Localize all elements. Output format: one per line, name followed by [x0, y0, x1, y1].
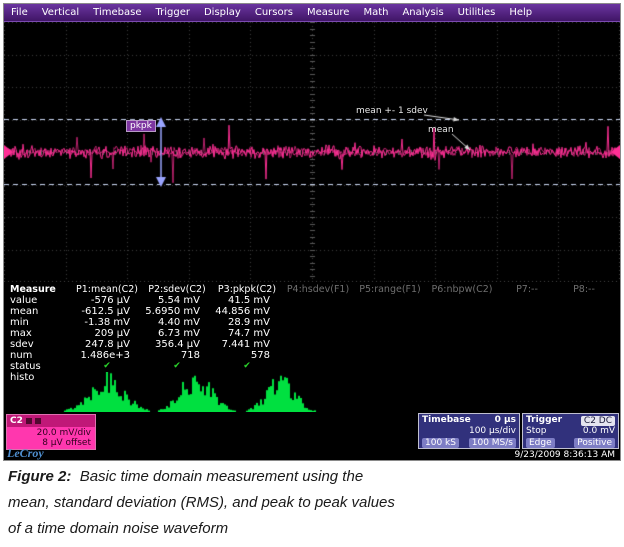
param-header-p5[interactable]: P5:range(F1) — [354, 284, 426, 295]
row-label-min: min — [8, 317, 72, 328]
caption-text-3: of a time domain noise waveform — [8, 520, 228, 537]
timestamp: 9/23/2009 8:36:13 AM — [515, 450, 616, 460]
trigger-level: 0.0 mV — [583, 426, 615, 437]
value-p3: 41.5 mV — [212, 295, 282, 306]
param-header-p3[interactable]: P3:pkpk(C2) — [212, 284, 282, 295]
timebase-perdiv: 100 µs/div — [469, 426, 516, 437]
histogram-canvas — [8, 372, 616, 412]
menu-bar: File Vertical Timebase Trigger Display C… — [4, 4, 620, 22]
channel-bandwidth-icon — [35, 418, 41, 424]
status-check-p1: ✔ — [72, 361, 142, 372]
measure-row-value: value -576 µV 5.54 mV 41.5 mV — [8, 295, 618, 306]
menu-item-vertical[interactable]: Vertical — [35, 7, 86, 18]
menu-item-math[interactable]: Math — [356, 7, 395, 18]
caption-line-1: Figure 2: Basic time domain measurement … — [8, 464, 618, 490]
row-label-status: status — [8, 361, 72, 372]
sdev-p1: 247.8 µV — [72, 339, 142, 350]
max-p3: 74.7 mV — [212, 328, 282, 339]
measure-row-sdev: sdev 247.8 µV 356.4 µV 7.441 mV — [8, 339, 618, 350]
channel-name: C2 — [10, 415, 23, 427]
value-p1: -576 µV — [72, 295, 142, 306]
param-header-p4[interactable]: P4:hsdev(F1) — [282, 284, 354, 295]
param-header-p7[interactable]: P7:-- — [498, 284, 556, 295]
waveform-grid-area: pkpk mean +- 1 sdev mean — [4, 22, 620, 282]
min-p3: 28.9 mV — [212, 317, 282, 328]
trigger-mode: Stop — [526, 426, 546, 437]
timebase-delay: 0 µs — [495, 415, 516, 426]
mean-sdev-annotation: mean +- 1 sdev — [356, 106, 428, 116]
min-p2: 4.40 mV — [142, 317, 212, 328]
caption-line-3: of a time domain noise waveform — [8, 516, 618, 542]
timebase-descriptor[interactable]: Timebase 0 µs 100 µs/div 100 kS 100 MS/s — [418, 413, 520, 449]
figure-caption: Figure 2: Basic time domain measurement … — [4, 464, 618, 542]
sdev-p2: 356.4 µV — [142, 339, 212, 350]
max-p2: 6.73 mV — [142, 328, 212, 339]
row-label-num: num — [8, 350, 72, 361]
caption-prefix: Figure 2: — [8, 468, 71, 485]
trigger-slope: Positive — [574, 438, 615, 448]
row-label-mean: mean — [8, 306, 72, 317]
menu-item-trigger[interactable]: Trigger — [148, 7, 197, 18]
menu-item-timebase[interactable]: Timebase — [86, 7, 148, 18]
trigger-source-badge: C2 DC — [581, 416, 615, 426]
mean-annotation: mean — [428, 125, 454, 135]
waveform-canvas — [4, 22, 620, 282]
mean-p2: 5.6950 mV — [142, 306, 212, 317]
lecroy-logo: LeCroy — [7, 446, 44, 461]
param-header-p6[interactable]: P6:nbpw(C2) — [426, 284, 498, 295]
status-strip: C2 20.0 mV/div 8 µV offset LeCroy Timeba… — [4, 412, 620, 460]
value-p2: 5.54 mV — [142, 295, 212, 306]
measure-row-min: min -1.38 mV 4.40 mV 28.9 mV — [8, 317, 618, 328]
mean-p1: -612.5 µV — [72, 306, 142, 317]
oscilloscope-screen: File Vertical Timebase Trigger Display C… — [3, 3, 621, 461]
menu-item-display[interactable]: Display — [197, 7, 248, 18]
measure-table: Measure P1:mean(C2) P2:sdev(C2) P3:pkpk(… — [8, 284, 618, 372]
menu-item-measure[interactable]: Measure — [300, 7, 357, 18]
row-label-value: value — [8, 295, 72, 306]
status-check-p2: ✔ — [142, 361, 212, 372]
mean-p3: 44.856 mV — [212, 306, 282, 317]
trigger-type: Edge — [526, 438, 555, 448]
channel-c2-descriptor[interactable]: C2 20.0 mV/div 8 µV offset — [6, 414, 96, 450]
menu-item-utilities[interactable]: Utilities — [451, 7, 503, 18]
trigger-title: Trigger — [526, 415, 562, 426]
timebase-rate: 100 MS/s — [469, 438, 516, 448]
trigger-descriptor[interactable]: Trigger C2 DC Stop 0.0 mV Edge Positive — [522, 413, 619, 449]
param-header-p8[interactable]: P8:-- — [556, 284, 612, 295]
measure-row-max: max 209 µV 6.73 mV 74.7 mV — [8, 328, 618, 339]
timebase-title: Timebase — [422, 415, 471, 426]
row-label-sdev: sdev — [8, 339, 72, 350]
measure-title: Measure — [8, 284, 72, 295]
max-p1: 209 µV — [72, 328, 142, 339]
num-p1: 1.486e+3 — [72, 350, 142, 361]
row-label-histo: histo — [10, 372, 34, 383]
timebase-samples: 100 kS — [422, 438, 459, 448]
num-p3: 578 — [212, 350, 282, 361]
menu-item-cursors[interactable]: Cursors — [248, 7, 300, 18]
menu-item-file[interactable]: File — [4, 7, 35, 18]
menu-item-analysis[interactable]: Analysis — [395, 7, 450, 18]
measure-header-row: Measure P1:mean(C2) P2:sdev(C2) P3:pkpk(… — [8, 284, 618, 295]
measure-row-status: status ✔ ✔ ✔ — [8, 361, 618, 372]
caption-text-2: mean, standard deviation (RMS), and peak… — [8, 494, 395, 511]
menu-item-help[interactable]: Help — [502, 7, 539, 18]
channel-vdiv: 20.0 mV/div — [11, 428, 91, 438]
caption-line-2: mean, standard deviation (RMS), and peak… — [8, 490, 618, 516]
measure-row-mean: mean -612.5 µV 5.6950 mV 44.856 mV — [8, 306, 618, 317]
status-check-p3: ✔ — [212, 361, 282, 372]
sdev-p3: 7.441 mV — [212, 339, 282, 350]
measure-row-num: num 1.486e+3 718 578 — [8, 350, 618, 361]
channel-coupling-icon — [26, 418, 32, 424]
pkpk-annotation: pkpk — [126, 120, 156, 132]
num-p2: 718 — [142, 350, 212, 361]
param-header-p2[interactable]: P2:sdev(C2) — [142, 284, 212, 295]
param-header-p1[interactable]: P1:mean(C2) — [72, 284, 142, 295]
min-p1: -1.38 mV — [72, 317, 142, 328]
row-label-max: max — [8, 328, 72, 339]
caption-text-1: Basic time domain measurement using the — [80, 468, 363, 485]
histogram-strip: histo — [8, 372, 616, 412]
